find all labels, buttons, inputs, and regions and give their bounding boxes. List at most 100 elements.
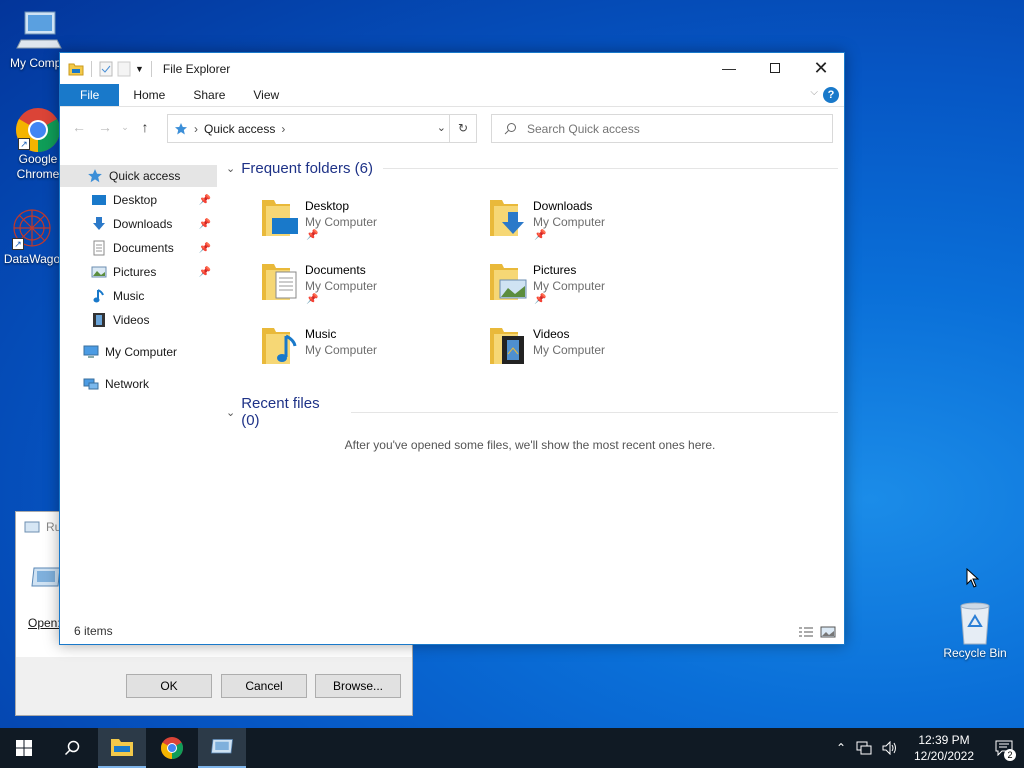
search-button[interactable] <box>48 728 96 768</box>
minimize-button[interactable]: — <box>706 53 752 83</box>
folder-desktop[interactable]: Desktop My Computer 📌 <box>260 196 480 256</box>
taskbar-file-explorer[interactable] <box>98 728 146 768</box>
tab-home[interactable]: Home <box>119 84 179 106</box>
folder-pictures[interactable]: Pictures My Computer 📌 <box>488 260 708 320</box>
mouse-cursor-icon <box>966 568 980 588</box>
taskbar-chrome[interactable] <box>148 728 196 768</box>
folder-name: Desktop <box>305 199 350 213</box>
folder-location: My Computer <box>305 343 378 357</box>
clock-date: 12/20/2022 <box>913 749 975 763</box>
help-icon[interactable]: ? <box>823 87 839 103</box>
navigation-bar: ← → ⌄ ↑ › Quick access › ⌄ ↻ <box>60 107 844 147</box>
action-center-button[interactable]: 2 <box>984 728 1024 768</box>
nav-desktop[interactable]: Desktop 📌 <box>91 189 217 211</box>
pin-icon[interactable]: 📌 <box>199 195 211 206</box>
collapse-chevron-icon[interactable]: ⌄ <box>226 406 235 419</box>
collapse-chevron-icon[interactable]: ⌄ <box>226 162 235 175</box>
nav-videos[interactable]: Videos <box>91 309 217 331</box>
nav-network[interactable]: Network <box>83 373 217 395</box>
network-icon <box>83 376 99 392</box>
search-icon <box>504 123 516 135</box>
volume-icon[interactable] <box>882 741 898 755</box>
new-folder-icon[interactable] <box>117 61 131 77</box>
nav-music[interactable]: Music <box>91 285 217 307</box>
chrome-icon <box>161 737 183 759</box>
pin-icon: 📌 <box>534 294 547 305</box>
pin-icon[interactable]: 📌 <box>199 267 211 278</box>
desktop-icon-recycle-bin[interactable]: Recycle Bin <box>937 600 1013 660</box>
folder-downloads[interactable]: Downloads My Computer 📌 <box>488 196 708 256</box>
downloads-folder-icon <box>490 200 524 236</box>
view-switch-buttons <box>798 626 836 638</box>
recent-files-header[interactable]: ⌄ Recent files (0) <box>226 395 838 429</box>
caption-buttons: — ✕ <box>706 53 844 83</box>
breadcrumb[interactable]: Quick access <box>204 122 275 136</box>
address-bar[interactable]: › Quick access › ⌄ ↻ <box>167 114 477 143</box>
recent-locations-dropdown-icon[interactable]: ⌄ <box>118 122 132 133</box>
music-icon <box>91 288 107 304</box>
folder-music[interactable]: Music My Computer <box>260 324 480 384</box>
folder-documents[interactable]: Documents My Computer 📌 <box>260 260 480 320</box>
music-folder-icon <box>262 328 297 364</box>
run-ok-button[interactable]: OK <box>126 674 212 698</box>
address-dropdown-icon[interactable]: ⌄ <box>437 121 446 134</box>
shortcut-arrow-icon: ↗ <box>18 138 30 150</box>
back-button[interactable]: ← <box>66 119 92 135</box>
folder-location: My Computer <box>305 279 378 293</box>
nav-label: Pictures <box>113 265 157 279</box>
nav-label: Documents <box>113 241 174 255</box>
content-pane: ⌄ Frequent folders (6) Desktop My Comput… <box>222 156 838 626</box>
close-button[interactable]: ✕ <box>798 53 844 83</box>
nav-pictures[interactable]: Pictures 📌 <box>91 261 217 283</box>
folder-videos[interactable]: Videos My Computer <box>488 324 708 384</box>
run-cancel-button[interactable]: Cancel <box>221 674 307 698</box>
tab-file[interactable]: File <box>60 84 120 106</box>
folder-name: Downloads <box>533 199 593 213</box>
recent-files-empty-message: After you've opened some files, we'll sh… <box>344 438 716 452</box>
folder-name: Videos <box>533 327 570 341</box>
pin-icon[interactable]: 📌 <box>199 243 211 254</box>
show-hidden-icons-chevron-icon[interactable]: ⌃ <box>830 741 852 755</box>
nav-my-computer[interactable]: My Computer <box>83 341 217 363</box>
tab-view[interactable]: View <box>239 84 293 106</box>
nav-downloads[interactable]: Downloads 📌 <box>91 213 217 235</box>
taskbar-run[interactable] <box>198 728 246 768</box>
videos-folder-icon <box>490 328 524 364</box>
frequent-folders-header[interactable]: ⌄ Frequent folders (6) <box>226 160 838 177</box>
quick-access-star-icon <box>175 122 187 134</box>
nav-documents[interactable]: Documents 📌 <box>91 237 217 259</box>
pin-icon: 📌 <box>306 230 319 241</box>
forward-button[interactable]: → <box>92 119 118 135</box>
tab-share[interactable]: Share <box>179 84 239 106</box>
nav-quick-access[interactable]: Quick access <box>60 165 217 187</box>
run-browse-button[interactable]: Browse... <box>315 674 401 698</box>
folder-location: My Computer <box>533 343 606 357</box>
search-box[interactable] <box>491 114 833 143</box>
refresh-button[interactable]: ↻ <box>449 115 476 142</box>
videos-icon <box>91 312 107 328</box>
nav-label: Videos <box>113 313 150 327</box>
run-app-icon <box>211 739 233 754</box>
search-input[interactable] <box>527 121 807 136</box>
toolbar-separator <box>91 60 92 77</box>
large-icons-view-icon[interactable] <box>820 626 836 638</box>
folder-location: My Computer <box>305 215 378 229</box>
documents-folder-icon <box>262 264 297 300</box>
pin-icon: 📌 <box>534 230 547 241</box>
notification-badge: 2 <box>1004 749 1016 761</box>
up-button[interactable]: ↑ <box>132 119 158 135</box>
group-divider <box>382 168 838 169</box>
network-status-icon[interactable] <box>856 741 872 755</box>
start-button[interactable] <box>0 728 48 768</box>
title-bar: ▼ File Explorer — ✕ <box>60 53 844 84</box>
group-divider <box>351 411 838 413</box>
expand-ribbon-chevron-icon[interactable]: ⌵ <box>810 87 818 98</box>
details-view-icon[interactable] <box>798 626 814 638</box>
toolbar-separator <box>150 60 152 77</box>
maximize-button[interactable] <box>752 53 798 83</box>
pin-icon[interactable]: 📌 <box>199 219 211 230</box>
properties-icon[interactable] <box>99 61 113 77</box>
my-computer-icon <box>83 344 99 360</box>
customize-toolbar-dropdown-icon[interactable]: ▼ <box>135 64 144 74</box>
clock[interactable]: 12:39 PM 12/20/2022 <box>904 732 984 764</box>
